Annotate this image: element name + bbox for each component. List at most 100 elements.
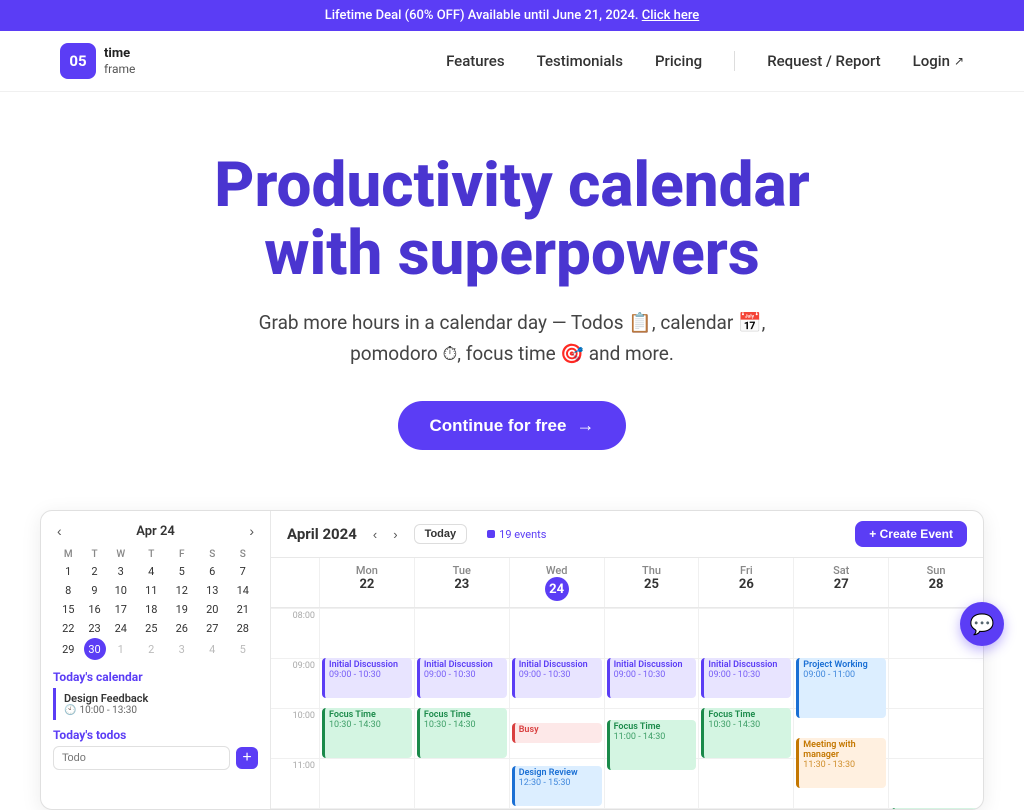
calendar-event[interactable]: Initial Discussion09:00 - 10:30 <box>701 658 791 698</box>
nav-links: Features Testimonials Pricing Request / … <box>446 51 881 71</box>
calendar-event[interactable]: Focus Time11:00 - 14:30 <box>607 720 697 770</box>
mini-prev-button[interactable]: ‹ <box>53 523 66 539</box>
calendar-event[interactable]: Focus Time10:30 - 14:30 <box>417 708 507 758</box>
weekday-col-3: T <box>136 547 167 562</box>
mini-cal-day[interactable]: 25 <box>136 619 167 638</box>
calendar-event[interactable]: Initial Discussion09:00 - 10:30 <box>417 658 507 698</box>
mini-cal-day[interactable]: 24 <box>106 619 137 638</box>
day-col-2: Initial Discussion09:00 - 10:30 Busy Desig… <box>509 608 604 809</box>
cta-button[interactable]: Continue for free → <box>398 401 627 450</box>
mini-cal-day[interactable]: 5 <box>167 562 198 581</box>
mini-cal-day[interactable]: 5 <box>228 638 259 660</box>
weekday-col-6: S <box>228 547 259 562</box>
mini-cal-day[interactable]: 19 <box>167 600 198 619</box>
calendar-event[interactable]: Focus Time10:30 - 14:30 <box>701 708 791 758</box>
logo[interactable]: 05 time frame <box>60 43 135 79</box>
mini-cal-day[interactable]: 23 <box>84 619 106 638</box>
nav-pricing[interactable]: Pricing <box>655 52 702 70</box>
calendar-event[interactable]: Initial Discussion09:00 - 10:30 <box>322 658 412 698</box>
chat-bubble[interactable]: 💬 <box>960 602 1004 646</box>
hero-title: Productivity calendar with superpowers <box>162 152 862 288</box>
calendar-main: April 2024 ‹ › Today 19 events + Create … <box>271 511 983 809</box>
calendar-section: ‹ Apr 24 › M T W T F S S 1234567891011 <box>0 490 1024 810</box>
sidebar-event-title: Design Feedback <box>64 692 258 705</box>
weekday-col-1: T <box>84 547 106 562</box>
calendar-event[interactable]: Initial Discussion09:00 - 10:30 <box>512 658 602 698</box>
sidebar-event[interactable]: Design Feedback 🕙 10:00 - 13:30 <box>53 688 258 720</box>
next-month-button[interactable]: › <box>389 525 401 544</box>
calendar-event[interactable]: Focus Time14:00 - 16:00 <box>891 808 981 809</box>
day-col-0: Initial Discussion09:00 - 10:30 Focus Tim… <box>319 608 414 809</box>
mini-cal-day[interactable]: 17 <box>106 600 137 619</box>
cta-arrow-icon: → <box>576 415 594 436</box>
week-day-3: Thu 25 <box>604 558 699 607</box>
mini-cal-day[interactable]: 8 <box>53 581 84 600</box>
day-col-5: Project Working09:00 - 11:00 Meeting with… <box>793 608 888 809</box>
weekday-col-0: M <box>53 547 84 562</box>
mini-cal-day[interactable]: 21 <box>228 600 259 619</box>
mini-cal-day[interactable]: 16 <box>84 600 106 619</box>
mini-cal-day[interactable]: 13 <box>197 581 228 600</box>
mini-cal-day[interactable]: 3 <box>106 562 137 581</box>
todo-add-button[interactable]: + <box>236 747 258 769</box>
time-labels: 08:00 09:00 10:00 11:00 12:00 13:00 14:0… <box>271 608 319 809</box>
month-title: April 2024 <box>287 525 357 543</box>
prev-month-button[interactable]: ‹ <box>369 525 381 544</box>
chat-icon: 💬 <box>970 612 995 636</box>
mini-cal-day[interactable]: 1 <box>106 638 137 660</box>
mini-cal-day[interactable]: 22 <box>53 619 84 638</box>
mini-cal-day[interactable]: 3 <box>167 638 198 660</box>
nav-testimonials[interactable]: Testimonials <box>537 52 623 70</box>
mini-cal-day[interactable]: 1 <box>53 562 84 581</box>
mini-cal-day[interactable]: 4 <box>136 562 167 581</box>
mini-cal-day[interactable]: 2 <box>136 638 167 660</box>
mini-cal-day[interactable]: 12 <box>167 581 198 600</box>
mini-calendar-grid: M T W T F S S 12345678910111213141516171… <box>53 547 258 660</box>
week-day-5: Sat 27 <box>793 558 888 607</box>
calendar-event[interactable]: Project Working09:00 - 11:00 <box>796 658 886 718</box>
cta-label: Continue for free <box>430 416 567 436</box>
nav-request[interactable]: Request / Report <box>767 52 880 70</box>
todos-label: Today's todos <box>53 728 258 742</box>
calendar-event[interactable]: Initial Discussion09:00 - 10:30 <box>607 658 697 698</box>
mini-cal-day[interactable]: 9 <box>84 581 106 600</box>
mini-cal-day[interactable]: 27 <box>197 619 228 638</box>
mini-cal-day[interactable]: 7 <box>228 562 259 581</box>
weekday-col-2: W <box>106 547 137 562</box>
events-count: 19 events <box>475 528 558 541</box>
mini-cal-day[interactable]: 4 <box>197 638 228 660</box>
banner-link[interactable]: Click here <box>642 8 700 23</box>
week-day-1: Tue 23 <box>414 558 509 607</box>
mini-cal-day[interactable]: 15 <box>53 600 84 619</box>
mini-cal-day[interactable]: 14 <box>228 581 259 600</box>
calendar-event[interactable]: Focus Time10:30 - 14:30 <box>322 708 412 758</box>
day-col-4: Initial Discussion09:00 - 10:30 Focus Tim… <box>698 608 793 809</box>
mini-cal-day[interactable]: 29 <box>53 638 84 660</box>
mini-next-button[interactable]: › <box>245 523 258 539</box>
mini-cal-day[interactable]: 10 <box>106 581 137 600</box>
nav-divider <box>734 51 735 71</box>
week-day-0: Mon 22 <box>319 558 414 607</box>
todo-input[interactable] <box>53 746 230 770</box>
time-slot-08: 08:00 <box>271 608 319 658</box>
external-link-icon: ↗ <box>954 54 964 68</box>
mini-cal-day[interactable]: 20 <box>197 600 228 619</box>
mini-cal-day[interactable]: 30 <box>84 638 106 660</box>
day-col-1: Initial Discussion09:00 - 10:30 Focus Tim… <box>414 608 509 809</box>
mini-cal-day[interactable]: 6 <box>197 562 228 581</box>
mini-cal-day[interactable]: 11 <box>136 581 167 600</box>
mini-cal-day[interactable]: 18 <box>136 600 167 619</box>
today-button[interactable]: Today <box>414 524 468 544</box>
mini-cal-day[interactable]: 2 <box>84 562 106 581</box>
mini-cal-day[interactable]: 28 <box>228 619 259 638</box>
week-day-6: Sun 28 <box>888 558 983 607</box>
login-button[interactable]: Login ↗ <box>913 52 964 70</box>
calendar-event[interactable]: Design Review12:30 - 15:30 <box>512 766 602 806</box>
create-event-button[interactable]: + Create Event <box>855 521 967 547</box>
weekday-col-5: S <box>197 547 228 562</box>
nav-features[interactable]: Features <box>446 52 504 70</box>
day-col-3: Initial Discussion09:00 - 10:30 Focus Tim… <box>604 608 699 809</box>
calendar-event[interactable]: Meeting with manager11:30 - 13:30 <box>796 738 886 788</box>
mini-cal-day[interactable]: 26 <box>167 619 198 638</box>
calendar-event[interactable]: Busy <box>512 723 602 743</box>
